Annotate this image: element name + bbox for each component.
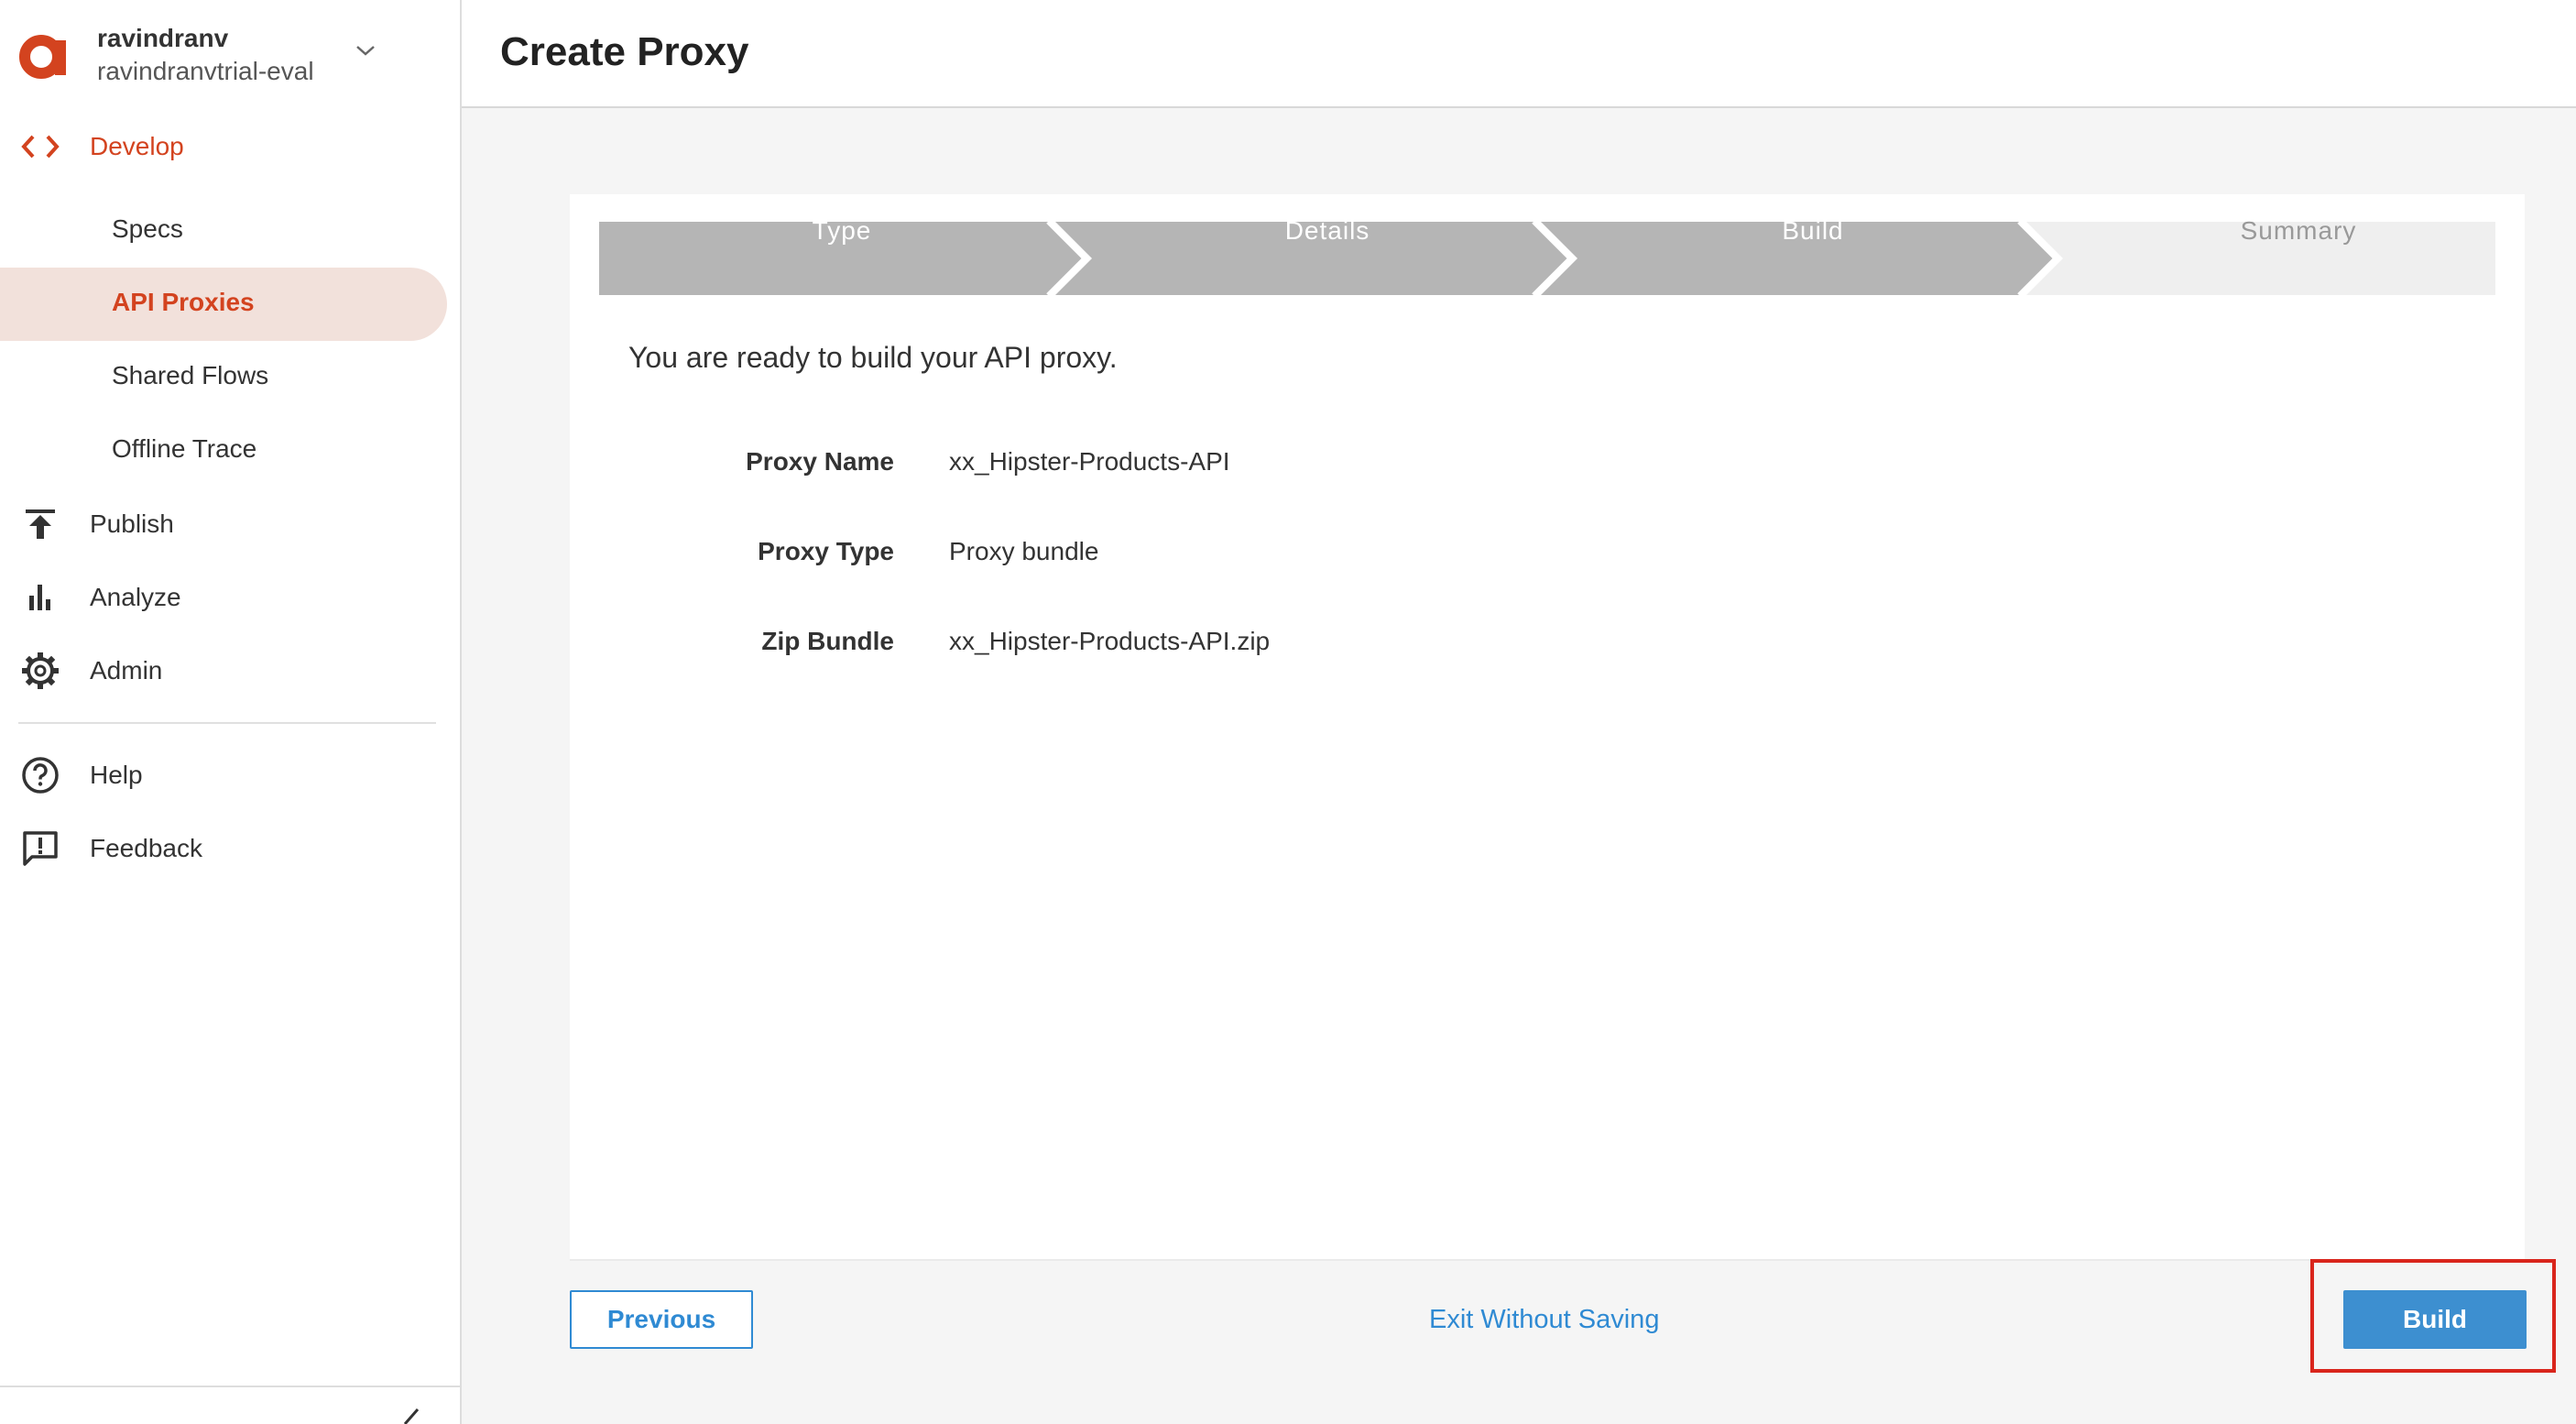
- wizard-card: Type Details Build Summary You are ready…: [570, 194, 2525, 1259]
- sidebar-item-shared-flows[interactable]: Shared Flows: [0, 341, 447, 414]
- nav-help[interactable]: Help: [0, 739, 449, 812]
- nav-feedback[interactable]: Feedback: [0, 812, 449, 885]
- field-label: Proxy Name: [746, 447, 894, 476]
- nav-admin[interactable]: Admin: [0, 634, 449, 707]
- publish-upload-icon: [20, 506, 60, 542]
- nav-publish-label: Publish: [90, 509, 174, 538]
- page-header: Create Proxy: [462, 0, 2576, 108]
- build-button[interactable]: Build: [2343, 1290, 2527, 1349]
- field-label: Zip Bundle: [761, 627, 894, 655]
- code-brackets-icon: [20, 128, 60, 165]
- field-proxy-name: Proxy Name xx_Hipster-Products-API: [570, 447, 1852, 493]
- nav-analyze[interactable]: Analyze: [0, 561, 449, 634]
- sidebar-bottom-divider: [0, 1386, 460, 1387]
- previous-button[interactable]: Previous: [570, 1290, 753, 1349]
- sidebar-item-label: Shared Flows: [112, 361, 269, 389]
- feedback-icon: [20, 830, 60, 867]
- sidebar-item-offline-trace[interactable]: Offline Trace: [0, 414, 447, 487]
- step-label-build: Build: [1782, 216, 1844, 245]
- nav-admin-label: Admin: [90, 656, 163, 685]
- ready-message: You are ready to build your API proxy.: [628, 341, 1118, 374]
- sidebar-item-api-proxies[interactable]: API Proxies: [0, 268, 447, 341]
- field-value: Proxy bundle: [949, 537, 1099, 565]
- nav-feedback-label: Feedback: [90, 834, 202, 862]
- step-label-details: Details: [1284, 216, 1370, 245]
- nav-publish[interactable]: Publish: [0, 487, 449, 561]
- field-value: xx_Hipster-Products-API.zip: [949, 627, 1271, 655]
- step-label-summary: Summary: [2240, 216, 2357, 245]
- bar-chart-icon: [20, 579, 60, 616]
- sidebar: ravindranv ravindranvtrial-eval Develop …: [0, 0, 462, 1424]
- account-org-name: ravindranvtrial-eval: [97, 57, 314, 85]
- nav-analyze-label: Analyze: [90, 583, 181, 611]
- sidebar-item-label: Specs: [112, 214, 183, 243]
- collapse-sidebar-icon[interactable]: [398, 1406, 425, 1424]
- footer-divider: [570, 1259, 2525, 1261]
- sidebar-item-label: Offline Trace: [112, 434, 257, 463]
- step-label-type: Type: [812, 216, 872, 245]
- sidebar-divider: [18, 722, 436, 724]
- field-proxy-type: Proxy Type Proxy bundle: [570, 537, 1852, 583]
- gear-icon: [20, 652, 60, 689]
- account-switcher[interactable]: ravindranv ravindranvtrial-eval: [0, 0, 460, 110]
- help-circle-icon: [20, 757, 60, 794]
- exit-without-saving-link[interactable]: Exit Without Saving: [1429, 1305, 1659, 1335]
- account-username: ravindranv: [97, 24, 229, 52]
- field-zip-bundle: Zip Bundle xx_Hipster-Products-API.zip: [570, 627, 1852, 673]
- nav-help-label: Help: [90, 761, 143, 789]
- sidebar-item-label: API Proxies: [112, 288, 255, 316]
- field-label: Proxy Type: [758, 537, 894, 565]
- field-value: xx_Hipster-Products-API: [949, 447, 1230, 476]
- chevron-down-icon[interactable]: [352, 37, 379, 64]
- apigee-logo-icon: [19, 35, 66, 79]
- nav-develop-label: Develop: [90, 132, 184, 160]
- page-title: Create Proxy: [500, 29, 749, 74]
- sidebar-item-specs[interactable]: Specs: [0, 194, 447, 268]
- nav-develop[interactable]: Develop: [0, 110, 449, 183]
